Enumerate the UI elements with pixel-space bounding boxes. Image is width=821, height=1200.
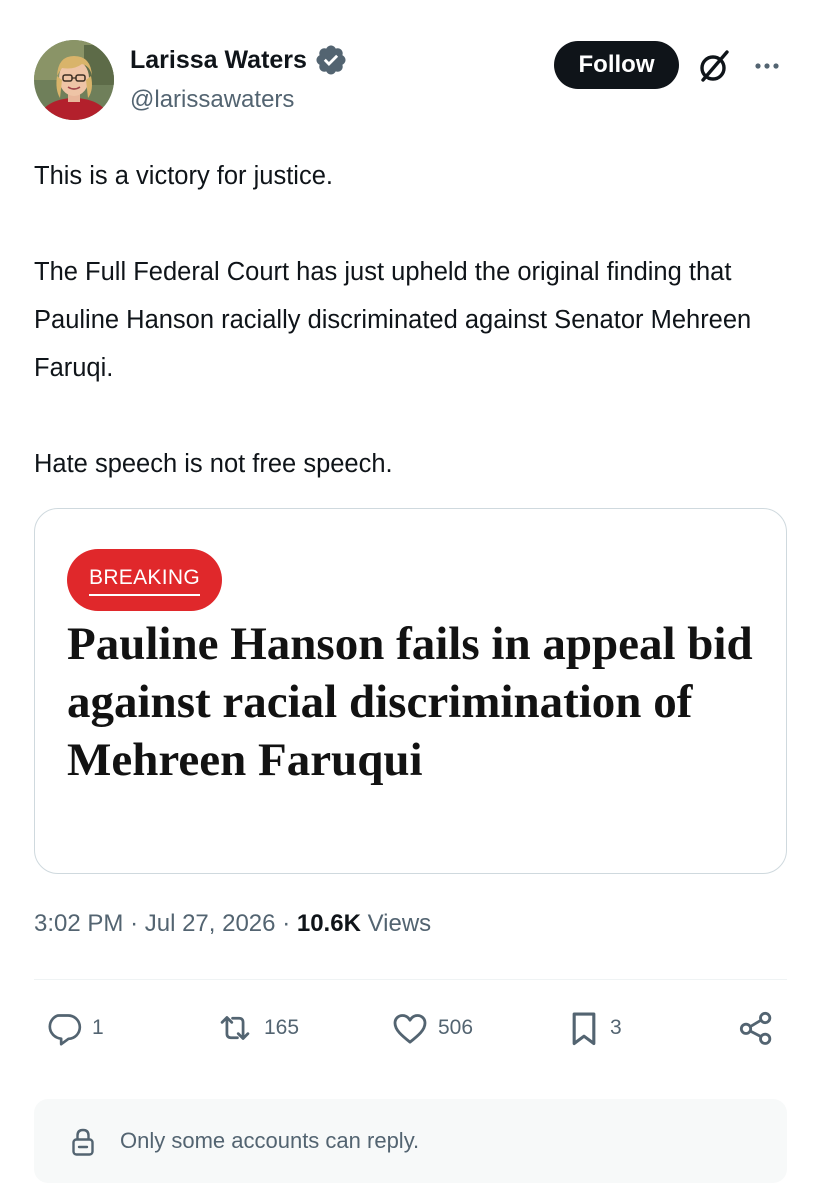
- heart-icon: [393, 1014, 427, 1044]
- verified-badge-icon: [316, 45, 346, 75]
- share-button[interactable]: [736, 1008, 776, 1048]
- card-headline: Pauline Hanson fails in appeal bid again…: [67, 618, 753, 786]
- repost-icon: [220, 1016, 250, 1040]
- views-count: 10.6K: [296, 910, 361, 937]
- breaking-label: BREAKING: [89, 566, 200, 589]
- meta-separator: ·: [282, 910, 297, 937]
- tweet-time[interactable]: 3:02 PM: [34, 910, 123, 937]
- more-options-icon[interactable]: [748, 52, 786, 80]
- repost-button[interactable]: 165: [214, 1008, 299, 1048]
- media-card[interactable]: BREAKING Pauline Hanson fails in appeal …: [34, 508, 787, 874]
- like-button[interactable]: 506: [390, 1008, 473, 1048]
- reply-count: 1: [92, 1016, 104, 1039]
- tweet-paragraph: Hate speech is not free speech.: [34, 450, 393, 478]
- repost-count: 165: [264, 1016, 300, 1039]
- tweet-paragraph: This is a victory for justice.: [34, 162, 333, 190]
- bookmark-count: 3: [610, 1016, 622, 1039]
- tweet-paragraph: The Full Federal Court has just upheld t…: [34, 258, 752, 382]
- author-handle[interactable]: @larissawaters: [130, 86, 294, 114]
- reply-restriction-banner: Only some accounts can reply.: [34, 1099, 787, 1183]
- follow-button[interactable]: Follow: [554, 41, 679, 89]
- like-count: 506: [438, 1016, 474, 1039]
- divider: [34, 979, 787, 980]
- avatar[interactable]: [34, 40, 114, 120]
- breaking-underline: [89, 594, 200, 596]
- grok-icon[interactable]: [694, 46, 734, 86]
- tweet-meta: 3:02 PM · Jul 27, 2026 · 10.6K Views: [34, 910, 431, 938]
- tweet-post: Larissa Waters @larissawaters Follow Thi…: [0, 0, 821, 1200]
- reply-icon: [48, 1014, 82, 1046]
- meta-separator: ·: [130, 910, 145, 937]
- author-name[interactable]: Larissa Waters: [130, 46, 307, 75]
- bookmark-button[interactable]: 3: [566, 1008, 622, 1048]
- share-icon: [739, 1011, 772, 1045]
- tweet-date[interactable]: Jul 27, 2026: [145, 910, 276, 937]
- reply-button[interactable]: 1: [44, 1008, 104, 1048]
- bookmark-icon: [572, 1012, 596, 1046]
- avatar-photo: [34, 40, 114, 120]
- reply-restriction-text: Only some accounts can reply.: [120, 1128, 420, 1153]
- breaking-badge: BREAKING: [67, 549, 222, 611]
- views-label: Views: [367, 910, 432, 937]
- lock-icon: [72, 1128, 94, 1156]
- tweet-text: This is a victory for justice. The Full …: [34, 152, 794, 488]
